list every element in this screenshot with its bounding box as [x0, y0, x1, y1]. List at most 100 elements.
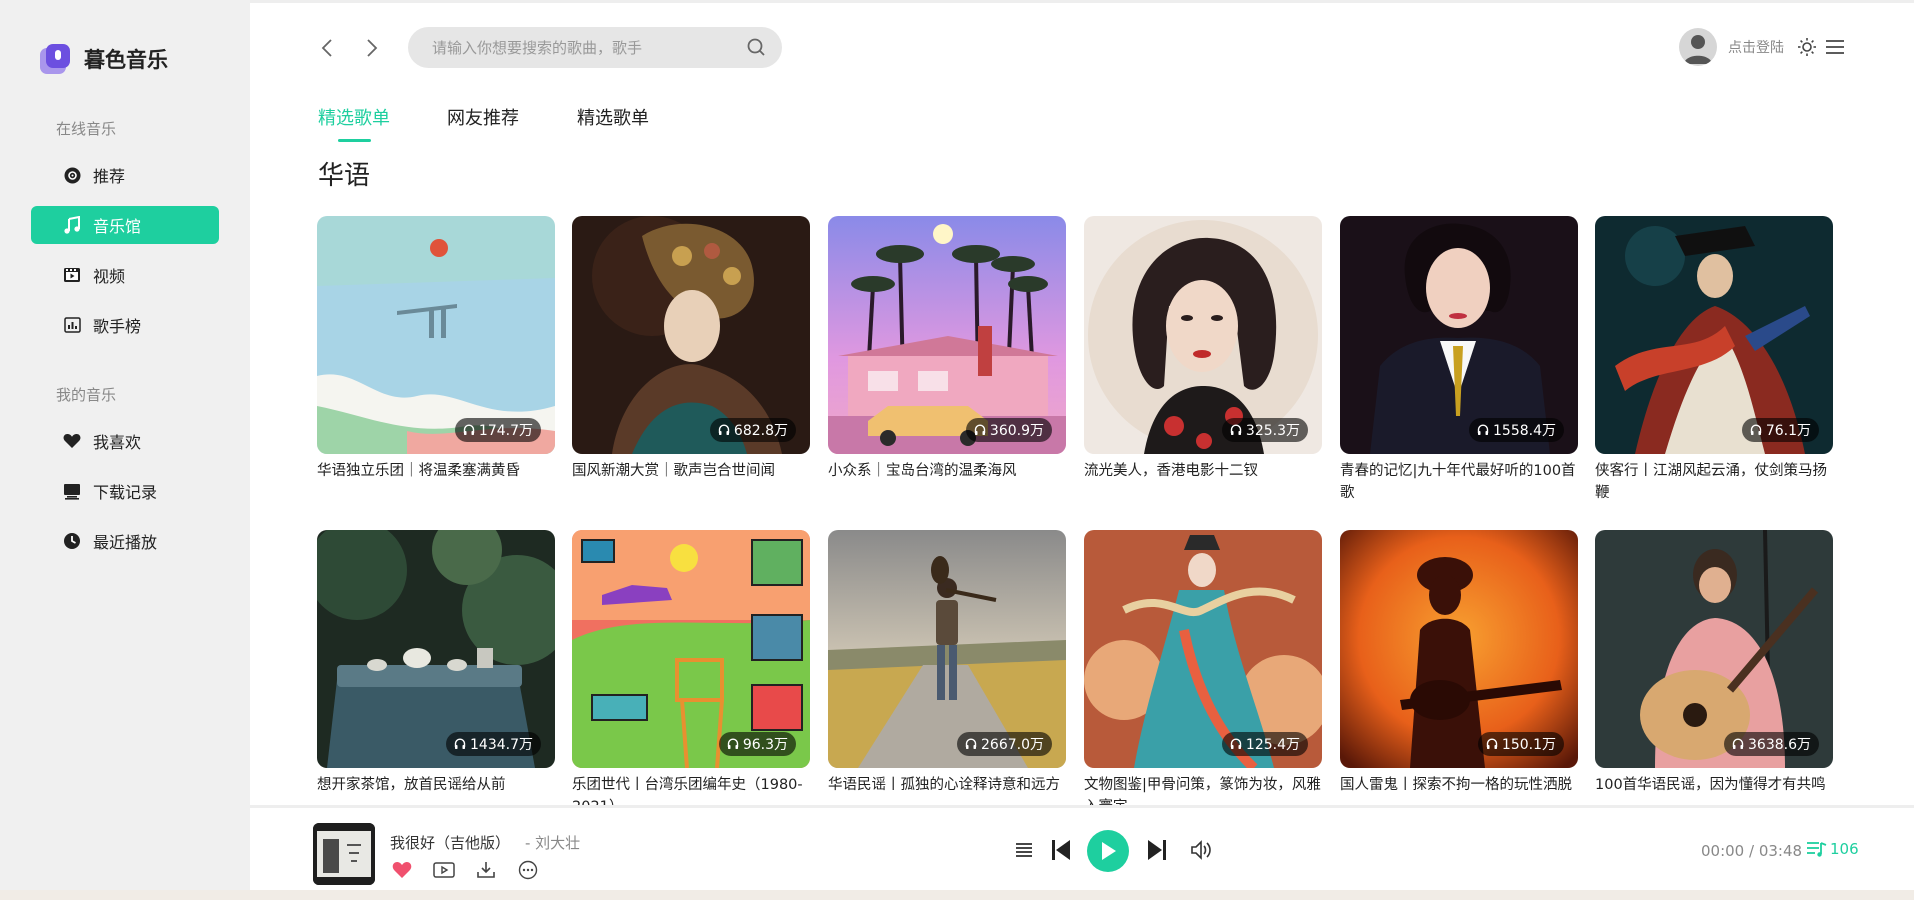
current-time: 00:00: [1701, 842, 1745, 860]
playlist-title: 国人雷鬼丨探索不拘一格的玩性洒脱: [1340, 777, 1572, 793]
play-count-badge: 150.1万: [1477, 732, 1564, 756]
play-button[interactable]: [1087, 830, 1129, 872]
section-label-online: 在线音乐: [56, 120, 117, 138]
playlist-title: 国风新潮大赏｜歌声岂合世间闻: [572, 463, 775, 479]
headphones-icon: [718, 424, 730, 435]
now-playing-cover[interactable]: [313, 823, 375, 885]
playlist-cover: 682.8万: [572, 216, 810, 454]
music-note-icon: [63, 216, 81, 234]
playlist-cover: 1434.7万: [317, 530, 555, 768]
playlist-queue-button[interactable]: [1012, 831, 1036, 869]
tab-featured-2[interactable]: 精选歌单: [577, 104, 649, 130]
sidebar-item-favorites[interactable]: 我喜欢: [31, 422, 219, 460]
sidebar-item-recent[interactable]: 最近播放: [31, 522, 219, 560]
playback-time: 00:00 / 03:48: [1701, 842, 1802, 860]
queue-count-button[interactable]: 106: [1806, 840, 1859, 858]
playlist-cover: 325.3万: [1084, 216, 1322, 454]
headphones-icon: [974, 424, 986, 435]
player-bar: 我很好（吉他版） - 刘大壮 00:00 / 03:48 106: [250, 805, 1914, 890]
tab-user-recommend[interactable]: 网友推荐: [447, 104, 519, 130]
sidebar-item-label: 下载记录: [93, 483, 158, 502]
headphones-icon: [727, 738, 739, 749]
play-count-badge: 96.3万: [718, 732, 796, 756]
playlist-cover: 360.9万: [828, 216, 1066, 454]
playlist-cover: 125.4万: [1084, 530, 1322, 768]
sidebar-item-artist-chart[interactable]: 歌手榜: [31, 306, 219, 344]
app-logo-icon: [40, 44, 70, 74]
sidebar-item-label: 视频: [93, 267, 126, 286]
previous-track-button[interactable]: [1048, 831, 1074, 869]
tab-featured[interactable]: 精选歌单: [318, 104, 390, 130]
disc-icon: [63, 166, 81, 184]
headphones-icon: [463, 424, 475, 435]
playlist-card[interactable]: 360.9万 小众系｜宝岛台湾的温柔海风: [828, 216, 1066, 504]
playlist-card[interactable]: 325.3万 流光美人，香港电影十二钗: [1084, 216, 1322, 504]
playlist-card[interactable]: 150.1万 国人雷鬼丨探索不拘一格的玩性洒脱: [1340, 530, 1578, 805]
headphones-icon: [1230, 738, 1242, 749]
volume-button[interactable]: [1188, 831, 1214, 869]
active-tab-indicator: [338, 139, 371, 142]
bottom-edge: [0, 890, 1914, 900]
like-heart-icon[interactable]: [390, 858, 414, 882]
playlist-card[interactable]: 125.4万 文物图鉴|甲骨问策，篆饰为妆，风雅入寰宇: [1084, 530, 1322, 805]
playlist-cover: 96.3万: [572, 530, 810, 768]
main-content: 精选歌单 网友推荐 精选歌单 华语 174.7万 华语独立乐团｜将温柔塞满黄昏 …: [250, 0, 1914, 805]
monitor-icon: [63, 482, 81, 500]
playlist-title: 想开家茶馆，放首民谣给从前: [317, 777, 506, 793]
sidebar-item-label: 推荐: [93, 167, 126, 186]
playlist-title: 青春的记忆|九十年代最好听的100首歌: [1340, 463, 1576, 501]
next-track-button[interactable]: [1144, 831, 1170, 869]
playlist-card[interactable]: 3638.6万 100首华语民谣，因为懂得才有共鸣: [1595, 530, 1833, 805]
play-count-badge: 174.7万: [454, 418, 541, 442]
playlist-title: 小众系｜宝岛台湾的温柔海风: [828, 463, 1017, 479]
playlist-title: 100首华语民谣，因为懂得才有共鸣: [1595, 777, 1826, 793]
play-count-badge: 1558.4万: [1469, 418, 1564, 442]
playlist-card[interactable]: 2667.0万 华语民谣丨孤独的心诠释诗意和远方: [828, 530, 1066, 805]
playlist-cover: 174.7万: [317, 216, 555, 454]
section-label-mine: 我的音乐: [56, 386, 117, 404]
more-options-icon[interactable]: [516, 858, 540, 882]
headphones-icon: [1486, 738, 1498, 749]
playlist-title: 华语民谣丨孤独的心诠释诗意和远方: [828, 777, 1060, 793]
skip-back-icon: [1052, 840, 1070, 860]
play-count-badge: 1434.7万: [446, 732, 541, 756]
play-count-badge: 76.1万: [1741, 418, 1819, 442]
now-playing-artist[interactable]: - 刘大壮: [525, 832, 580, 853]
heart-icon: [63, 432, 81, 450]
playlist-cover: 3638.6万: [1595, 530, 1833, 768]
playlist-title: 华语独立乐团｜将温柔塞满黄昏: [317, 463, 520, 479]
sidebar-item-label: 最近播放: [93, 533, 158, 552]
playlist-title: 文物图鉴|甲骨问策，篆饰为妆，风雅入寰宇: [1084, 777, 1321, 805]
download-icon[interactable]: [474, 858, 498, 882]
list-icon: [1016, 843, 1032, 857]
playlist-title: 乐团世代丨台湾乐团编年史（1980-2021）: [572, 777, 803, 805]
playlist-title: 流光美人，香港电影十二钗: [1084, 463, 1258, 479]
playlist-card[interactable]: 76.1万 侠客行丨江湖风起云涌，仗剑策马扬鞭: [1595, 216, 1833, 504]
mv-video-icon[interactable]: [432, 858, 456, 882]
sidebar-item-video[interactable]: 视频: [31, 256, 219, 294]
playlist-card[interactable]: 1434.7万 想开家茶馆，放首民谣给从前: [317, 530, 555, 805]
headphones-icon: [1230, 424, 1242, 435]
play-icon: [1102, 842, 1116, 860]
sidebar-item-label: 歌手榜: [93, 317, 142, 336]
sidebar: 暮色音乐 在线音乐 推荐 音乐馆 视频 歌手榜 我的音乐 我喜欢 下载记录 最近…: [0, 0, 250, 890]
playlist-card[interactable]: 174.7万 华语独立乐团｜将温柔塞满黄昏: [317, 216, 555, 504]
headphones-icon: [965, 738, 977, 749]
total-time: 03:48: [1758, 842, 1803, 860]
music-list-icon: [1807, 842, 1827, 857]
playlist-card[interactable]: 682.8万 国风新潮大赏｜歌声岂合世间闻: [572, 216, 810, 504]
playlist-card[interactable]: 1558.4万 青春的记忆|九十年代最好听的100首歌: [1340, 216, 1578, 504]
queue-count: 106: [1830, 840, 1859, 858]
sidebar-item-downloads[interactable]: 下载记录: [31, 472, 219, 510]
headphones-icon: [1477, 424, 1489, 435]
playlist-cover: 1558.4万: [1340, 216, 1578, 454]
sidebar-item-recommend[interactable]: 推荐: [31, 156, 219, 194]
play-count-badge: 2667.0万: [957, 732, 1052, 756]
playlist-card[interactable]: 96.3万 乐团世代丨台湾乐团编年史（1980-2021）: [572, 530, 810, 805]
app-name: 暮色音乐: [84, 48, 168, 72]
play-count-badge: 360.9万: [965, 418, 1052, 442]
chart-icon: [63, 316, 81, 334]
brand[interactable]: 暮色音乐: [40, 44, 168, 74]
video-icon: [63, 266, 81, 284]
sidebar-item-music-hall[interactable]: 音乐馆: [31, 206, 219, 244]
